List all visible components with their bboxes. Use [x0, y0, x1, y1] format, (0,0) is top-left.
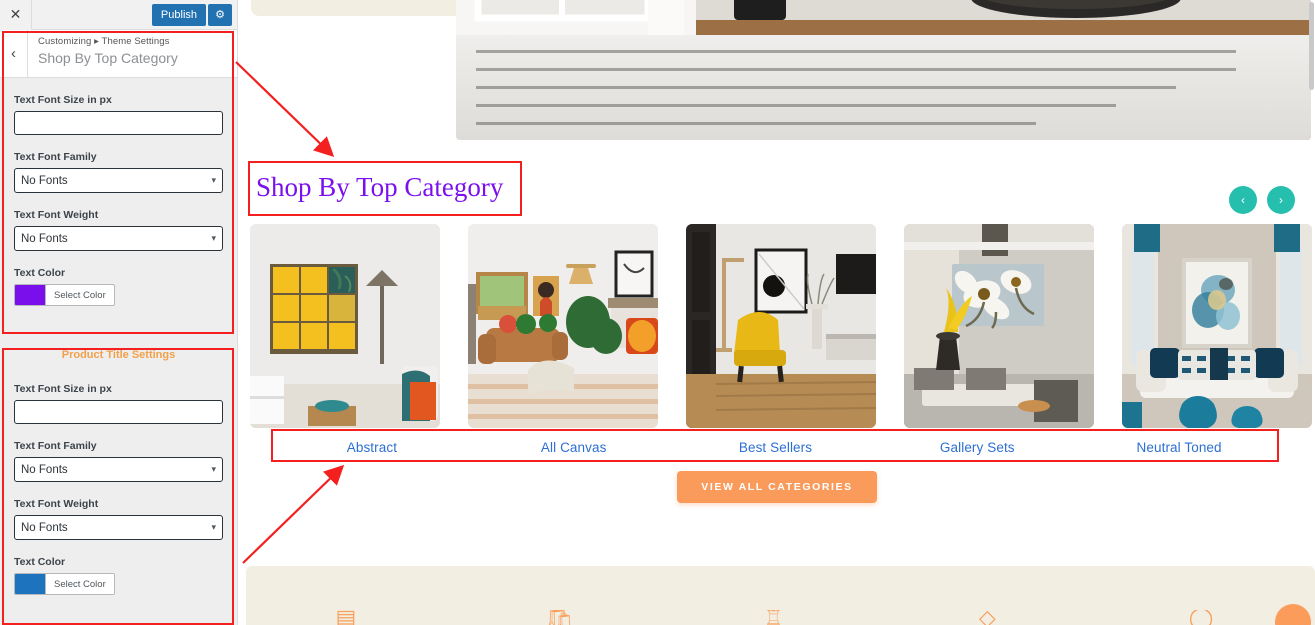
field-label: Text Font Family	[14, 440, 97, 452]
category-labels-row: Abstract All Canvas Best Sellers Gallery…	[271, 429, 1280, 465]
select-color-button[interactable]: Select Color	[45, 573, 115, 595]
text-font-weight-select[interactable]: No Fonts	[14, 226, 223, 251]
category-label-neutral-toned[interactable]: Neutral Toned	[1078, 440, 1280, 455]
category-card[interactable]	[250, 224, 440, 428]
category-label-abstract[interactable]: Abstract	[271, 440, 473, 455]
site-preview: Shop By Top Category ‹ › Abstract All Ca…	[239, 0, 1315, 625]
view-all-categories-button[interactable]: VIEW ALL CATEGORIES	[677, 471, 877, 503]
field-text-color: Text Color Select Color	[14, 540, 223, 595]
field-text-font-family: Text Font Family No Fonts ▾	[14, 424, 223, 482]
section-heading: Shop By Top Category	[256, 172, 504, 202]
bag-icon: 🛍	[545, 610, 574, 625]
chevron-left-icon: ‹	[1241, 193, 1245, 207]
field-label: Text Font Size in px	[14, 383, 112, 395]
category-card[interactable]	[468, 224, 658, 428]
hero-image	[456, 0, 1311, 140]
select-wrap: No Fonts ▾	[14, 457, 223, 482]
scrollbar-thumb[interactable]	[1309, 2, 1314, 90]
carousel-prev-button[interactable]: ‹	[1229, 186, 1257, 214]
breadcrumb: Customizing ▸ Theme Settings	[38, 36, 170, 47]
field-text-color: Text Color Select Color	[14, 251, 223, 306]
category-label-gallery-sets[interactable]: Gallery Sets	[876, 440, 1078, 455]
field-label: Text Font Size in px	[14, 94, 112, 106]
text-font-weight-select[interactable]: No Fonts	[14, 515, 223, 540]
panel-header: ‹ Customizing ▸ Theme Settings Shop By T…	[0, 30, 237, 78]
field-text-font-weight: Text Font Weight No Fonts ▾	[14, 482, 223, 540]
panel-header-text: Customizing ▸ Theme Settings Shop By Top…	[28, 30, 178, 77]
preview-scrollbar[interactable]	[1309, 0, 1315, 625]
back-button[interactable]: ‹	[0, 30, 28, 77]
crown-icon: ♖	[763, 610, 784, 625]
screen: Shop By Top Category ‹ › Abstract All Ca…	[0, 0, 1315, 625]
chevron-left-icon: ‹	[11, 45, 16, 62]
chevron-right-icon: ›	[1279, 193, 1283, 207]
field-label: Text Font Weight	[14, 209, 99, 221]
section-title: Product Title Settings	[61, 349, 176, 361]
select-wrap: No Fonts ▾	[14, 168, 223, 193]
category-card[interactable]	[904, 224, 1094, 428]
carousel-nav: ‹ ›	[1229, 186, 1295, 214]
box-icon: ▤	[335, 610, 357, 625]
color-swatch[interactable]	[14, 284, 45, 306]
customizer-sidebar: ✕ Publish ⚙ ‹ Customizing ▸ Theme Settin…	[0, 0, 238, 625]
settings-panel-heading-text: Text Font Size in px Text Font Family No…	[0, 78, 237, 335]
category-card-row	[250, 224, 1315, 428]
carousel-next-button[interactable]: ›	[1267, 186, 1295, 214]
color-swatch[interactable]	[14, 573, 45, 595]
settings-panel-product-title: Product Title Settings Text Font Size in…	[0, 335, 237, 625]
field-label: Text Color	[14, 556, 66, 568]
color-picker-row: Select Color	[14, 573, 223, 595]
select-color-button[interactable]: Select Color	[45, 284, 115, 306]
field-text-font-size: Text Font Size in px	[14, 367, 223, 424]
field-label: Text Font Weight	[14, 498, 99, 510]
customizer-topbar: ✕ Publish ⚙	[0, 0, 237, 30]
select-wrap: No Fonts ▾	[14, 515, 223, 540]
field-text-font-weight: Text Font Weight No Fonts ▾	[14, 193, 223, 251]
field-label: Text Font Family	[14, 151, 97, 163]
view-all-wrapper: VIEW ALL CATEGORIES	[239, 471, 1315, 503]
features-icon-row: ▤ 🛍 ♖ ◇ ◯	[239, 610, 1308, 625]
text-font-size-input[interactable]	[14, 400, 223, 424]
category-card[interactable]	[1122, 224, 1312, 428]
color-picker-row: Select Color	[14, 284, 223, 306]
page-title: Shop By Top Category	[38, 50, 178, 66]
field-label: Text Color	[14, 267, 66, 279]
gear-icon[interactable]: ⚙	[208, 3, 232, 26]
text-font-family-select[interactable]: No Fonts	[14, 168, 223, 193]
field-text-font-size: Text Font Size in px	[14, 78, 223, 135]
publish-button[interactable]: Publish	[151, 3, 206, 26]
text-font-size-input[interactable]	[14, 111, 223, 135]
category-card[interactable]	[686, 224, 876, 428]
category-label-all-canvas[interactable]: All Canvas	[473, 440, 675, 455]
field-text-font-family: Text Font Family No Fonts ▾	[14, 135, 223, 193]
text-font-family-select[interactable]: No Fonts	[14, 457, 223, 482]
diamond-icon: ◇	[978, 610, 996, 625]
select-wrap: No Fonts ▾	[14, 226, 223, 251]
close-icon[interactable]: ✕	[0, 0, 32, 30]
category-label-best-sellers[interactable]: Best Sellers	[675, 440, 877, 455]
